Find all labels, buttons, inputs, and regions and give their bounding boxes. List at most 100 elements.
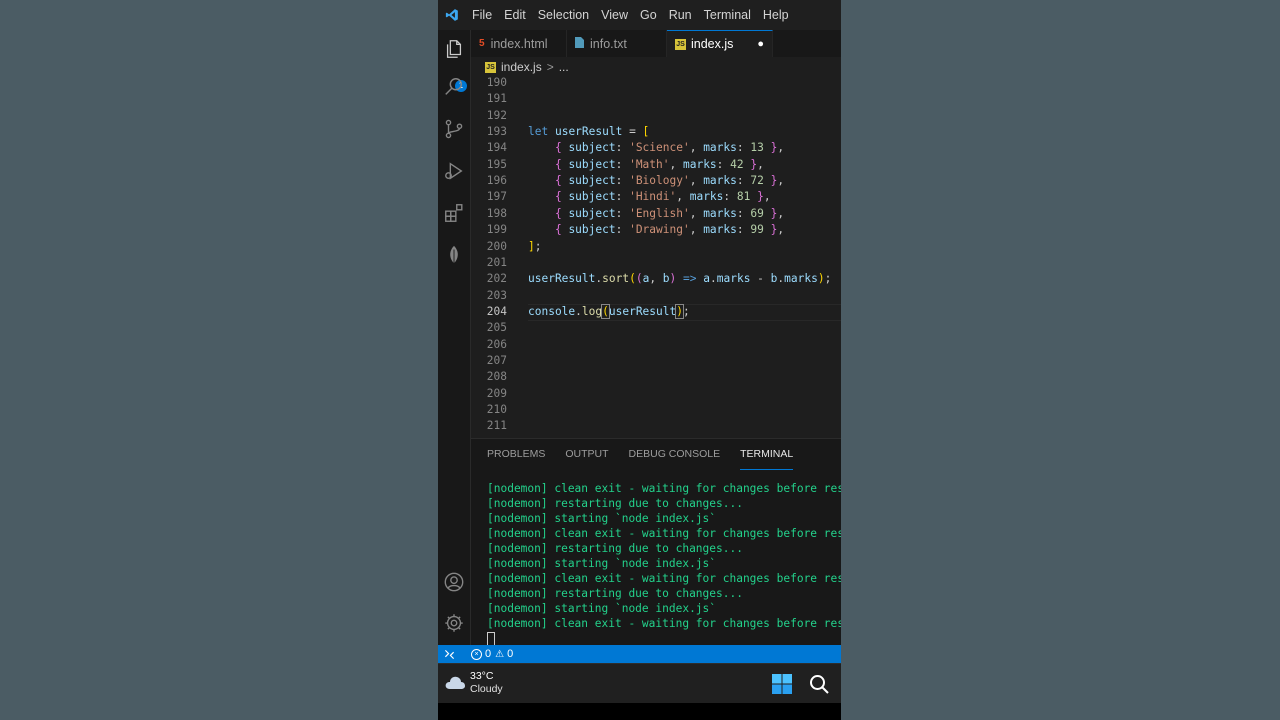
code-line[interactable]: 198 { subject: 'English', marks: 69 }, — [471, 206, 841, 222]
code-line[interactable]: 194 { subject: 'Science', marks: 13 }, — [471, 140, 841, 156]
property: subject — [568, 174, 616, 188]
punct: : — [615, 174, 630, 188]
code-line[interactable]: 204 console.log(userResult); — [471, 303, 841, 321]
line-number: 209 — [486, 386, 507, 400]
code-line[interactable]: 201 — [471, 255, 841, 271]
tab-info-txt[interactable]: info.txt — [567, 30, 667, 57]
bracket: } — [750, 190, 764, 204]
code-line[interactable]: 205 — [471, 320, 841, 336]
line-number: 193 — [486, 125, 507, 139]
code-line[interactable]: 203 — [471, 288, 841, 304]
editor-tabs: 5 index.html info.txt JS index.js ● — [471, 30, 841, 57]
run-debug-icon[interactable] — [438, 154, 470, 188]
code-line[interactable]: 196 { subject: 'Biology', marks: 72 }, — [471, 173, 841, 189]
terminal-line: [nodemon] clean exit - waiting for chang… — [487, 482, 841, 495]
punct: , — [669, 157, 683, 171]
remote-icon[interactable] — [444, 649, 455, 660]
tab-index-html[interactable]: 5 index.html — [471, 30, 567, 57]
cloud-icon[interactable] — [444, 674, 466, 694]
bracket: } — [763, 174, 778, 188]
code-line[interactable]: 192 — [471, 108, 841, 124]
property: subject — [568, 223, 616, 237]
bracket: ( — [629, 272, 636, 286]
code-line[interactable]: 191 — [471, 91, 841, 107]
punct: , — [763, 190, 771, 204]
line-number: 205 — [486, 321, 507, 335]
code-line[interactable]: 208 — [471, 369, 841, 385]
source-control-icon[interactable] — [438, 112, 470, 146]
tab-label: index.js — [691, 37, 734, 51]
windows-start-icon[interactable] — [772, 674, 792, 698]
menu-file[interactable]: File — [466, 0, 498, 30]
menu-edit[interactable]: Edit — [498, 0, 532, 30]
property: marks — [689, 190, 724, 204]
panel-tab-debug-console[interactable]: DEBUG CONSOLE — [629, 447, 721, 469]
code-line[interactable]: 210 — [471, 402, 841, 418]
code-line[interactable]: 209 — [471, 386, 841, 402]
punct: ; — [534, 239, 542, 253]
menu-terminal[interactable]: Terminal — [698, 0, 757, 30]
code-line[interactable]: 206 — [471, 337, 841, 353]
number-literal: 13 — [750, 141, 764, 155]
extensions-icon[interactable] — [438, 196, 470, 230]
taskbar-search-icon[interactable] — [809, 674, 829, 698]
property: marks — [703, 141, 737, 155]
menu-help[interactable]: Help — [757, 0, 795, 30]
menu-view[interactable]: View — [595, 0, 634, 30]
param: b — [662, 272, 670, 286]
line-number: 202 — [486, 272, 507, 286]
panel-tabs: PROBLEMS OUTPUT DEBUG CONSOLE TERMINAL — [487, 447, 813, 470]
code-line[interactable]: 193 let userResult = [ — [471, 124, 841, 140]
explorer-icon[interactable] — [438, 32, 470, 66]
settings-gear-icon[interactable] — [438, 606, 470, 640]
breadcrumb-file[interactable]: index.js — [501, 60, 542, 74]
string-literal: 'Hindi' — [629, 190, 677, 204]
punct: : — [615, 157, 630, 171]
bracket: } — [743, 157, 758, 171]
punct: : — [736, 174, 751, 188]
bracket: [ — [642, 125, 650, 139]
code-line[interactable]: 195 { subject: 'Math', marks: 42 }, — [471, 157, 841, 173]
punct: , — [777, 141, 785, 155]
code-text: { subject: 'Science', marks: 13 }, — [528, 140, 784, 156]
menu-go[interactable]: Go — [634, 0, 663, 30]
breadcrumb-rest[interactable]: ... — [559, 60, 569, 74]
punct: , — [689, 141, 704, 155]
search-icon[interactable] — [438, 70, 470, 104]
code-line[interactable]: 197 { subject: 'Hindi', marks: 81 }, — [471, 189, 841, 205]
vscode-window: File Edit Selection View Go Run Terminal… — [438, 0, 841, 720]
panel-tab-terminal[interactable]: TERMINAL — [740, 447, 794, 470]
terminal-output[interactable]: [nodemon] clean exit - waiting for chang… — [487, 481, 841, 646]
panel-tab-problems[interactable]: PROBLEMS — [487, 447, 545, 469]
tab-label: index.html — [490, 36, 548, 51]
unsaved-dot-icon[interactable]: ● — [757, 38, 764, 50]
code-line[interactable]: 200]; — [471, 239, 841, 255]
terminal-line: [nodemon] restarting due to changes... — [487, 497, 743, 510]
weather-widget[interactable]: 33°C Cloudy — [470, 670, 503, 696]
tab-index-js[interactable]: JS index.js ● — [667, 30, 773, 57]
code-line[interactable]: 211 — [471, 418, 841, 434]
code-line[interactable]: 202 userResult.sort((a, b) => a.marks - b… — [471, 271, 841, 287]
account-icon[interactable] — [438, 565, 470, 599]
code-line[interactable]: 207 — [471, 353, 841, 369]
code-line[interactable]: 190 — [471, 77, 841, 91]
operator: - — [750, 272, 771, 286]
panel-tab-output[interactable]: OUTPUT — [565, 447, 608, 469]
problems-status[interactable]: × 0 ⚠ 0 — [471, 648, 513, 660]
number-literal: 42 — [730, 157, 744, 171]
menu-selection[interactable]: Selection — [532, 0, 595, 30]
code-line[interactable]: 199 { subject: 'Drawing', marks: 99 }, — [471, 222, 841, 238]
bracket: ) — [675, 303, 684, 319]
line-number: 199 — [486, 223, 507, 237]
identifier: userResult — [554, 125, 623, 139]
mongodb-leaf-icon[interactable] — [438, 238, 470, 272]
code-editor[interactable]: 190 191 192 193 let userResult = [194 { subj… — [471, 77, 841, 437]
line-number: 191 — [486, 92, 507, 106]
terminal-prompt[interactable] — [487, 631, 841, 646]
punct: : — [615, 190, 630, 204]
menu-run[interactable]: Run — [663, 0, 698, 30]
arrow-operator: => — [676, 272, 704, 286]
terminal-line: [nodemon] starting `node index.js` — [487, 557, 717, 570]
bracket: } — [763, 141, 778, 155]
property: subject — [568, 206, 616, 220]
